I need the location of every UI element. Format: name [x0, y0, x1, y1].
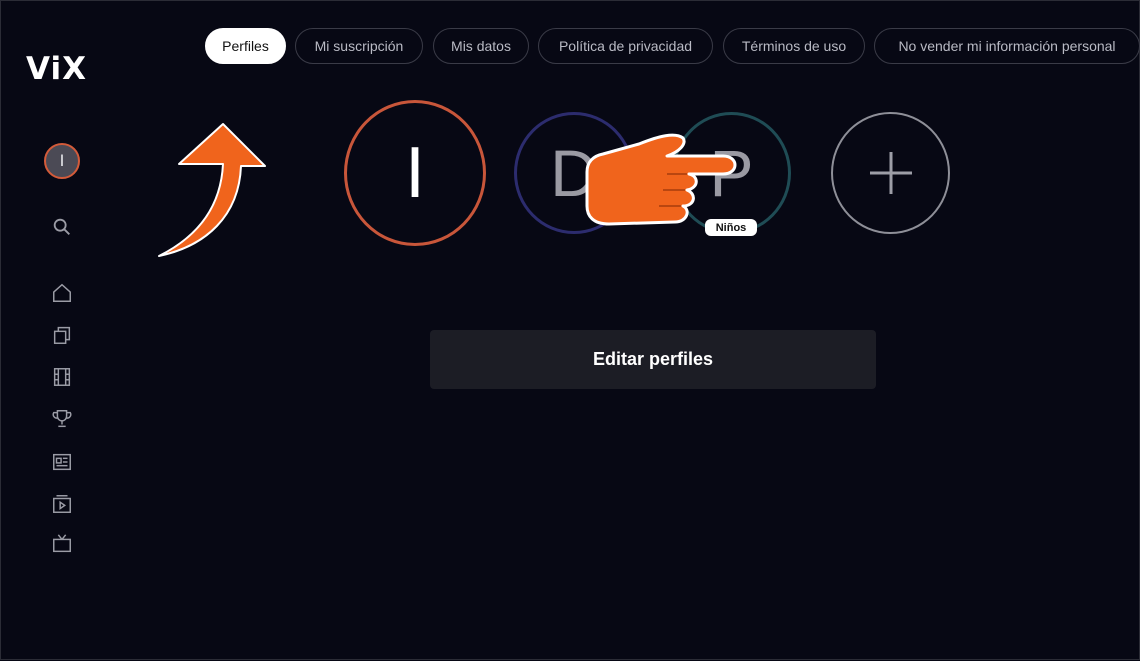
tv-icon[interactable]	[50, 532, 74, 556]
profile-d[interactable]: D	[514, 112, 634, 234]
profile-p-letter: P	[709, 136, 754, 210]
sidebar-avatar-letter: I	[59, 151, 65, 170]
curved-arrow-icon	[158, 123, 266, 257]
kids-badge: Niños	[705, 219, 757, 236]
home-icon[interactable]	[50, 281, 74, 305]
collections-icon[interactable]	[50, 323, 74, 347]
add-profile-button[interactable]	[831, 112, 950, 234]
trophy-icon[interactable]	[50, 407, 74, 431]
search-icon[interactable]	[50, 215, 74, 239]
plus-icon	[869, 152, 912, 194]
profile-i[interactable]: I	[344, 100, 486, 246]
tab-perfiles[interactable]: Perfiles	[205, 28, 286, 64]
app-frame: ViX I Perfiles Mi suscripción Mis datos …	[0, 0, 1140, 660]
play-icon[interactable]	[50, 492, 74, 516]
tab-mi-suscripcion[interactable]: Mi suscripción	[295, 28, 423, 64]
movies-icon[interactable]	[50, 365, 74, 389]
news-icon[interactable]	[50, 450, 74, 474]
tab-mis-datos[interactable]: Mis datos	[433, 28, 529, 64]
tab-politica-privacidad[interactable]: Política de privacidad	[538, 28, 713, 64]
tab-no-vender-info[interactable]: No vender mi información personal	[874, 28, 1140, 64]
profile-p[interactable]: P	[672, 112, 791, 234]
sidebar-avatar[interactable]: I	[44, 143, 80, 179]
profile-i-letter: I	[404, 133, 425, 213]
profile-d-letter: D	[550, 136, 598, 210]
tab-terminos-uso[interactable]: Términos de uso	[723, 28, 865, 64]
edit-profiles-button[interactable]: Editar perfiles	[430, 330, 876, 389]
sidebar: I	[1, 1, 121, 661]
